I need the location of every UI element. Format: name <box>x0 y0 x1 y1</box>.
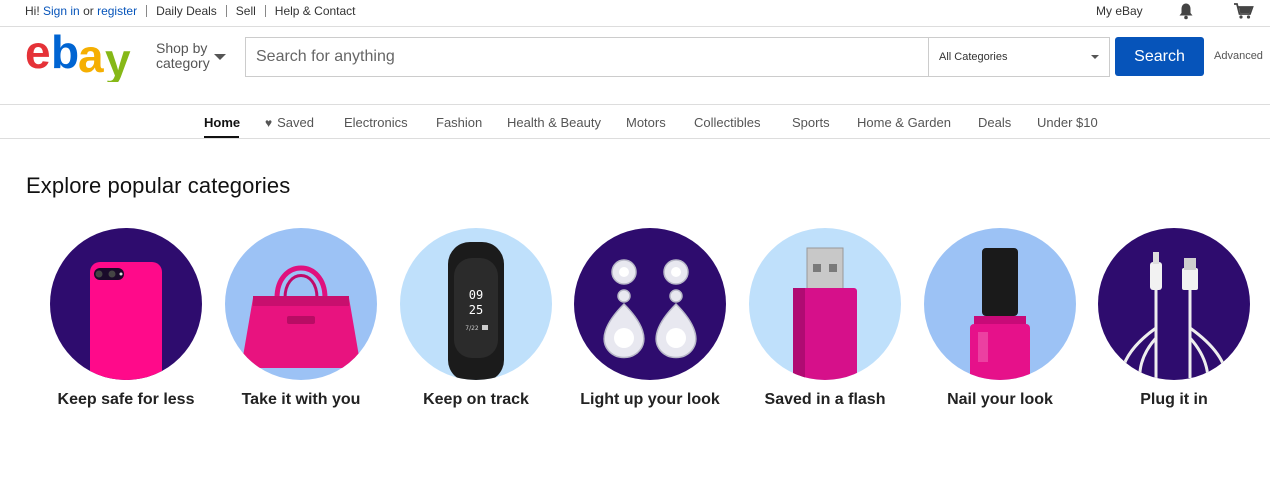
advanced-search-link[interactable]: Advanced <box>1214 50 1263 62</box>
cart-icon[interactable] <box>1233 2 1255 20</box>
svg-text:e: e <box>25 30 50 78</box>
search-button[interactable]: Search <box>1115 37 1204 76</box>
handbag-icon <box>241 265 361 368</box>
category-card[interactable]: Keep safe for less <box>50 228 202 408</box>
nav-saved-label: Saved <box>277 115 314 130</box>
bell-icon[interactable] <box>1177 2 1195 20</box>
my-ebay-link[interactable]: My eBay <box>1096 4 1143 18</box>
top-bar-left: Hi! Sign in or register Daily Deals Sell… <box>25 4 356 18</box>
svg-text:y: y <box>105 34 131 82</box>
phone-case-icon <box>90 262 162 380</box>
cable-icon <box>1119 252 1229 380</box>
svg-text:b: b <box>51 30 79 78</box>
divider <box>264 5 266 17</box>
heart-icon: ♥ <box>265 116 273 130</box>
category-card[interactable]: 09 25 7/22 Keep on track <box>400 228 552 408</box>
category-card[interactable]: Take it with you <box>225 228 377 408</box>
nav-home[interactable]: Home <box>204 115 240 130</box>
ebay-logo[interactable]: e b a y <box>25 30 145 82</box>
category-image[interactable] <box>1098 228 1250 380</box>
sell-link[interactable]: Sell <box>236 4 256 18</box>
search-bar: All Categories <box>245 37 1110 77</box>
shop-by-category-button[interactable]: Shop by category <box>156 41 210 71</box>
category-image[interactable] <box>225 228 377 380</box>
svg-text:09: 09 <box>469 288 483 302</box>
daily-deals-link[interactable]: Daily Deals <box>156 4 217 18</box>
category-image[interactable] <box>749 228 901 380</box>
nav-home-garden[interactable]: Home & Garden <box>857 115 951 130</box>
register-link[interactable]: register <box>97 4 137 18</box>
category-card[interactable]: Saved in a flash <box>749 228 901 408</box>
dropdown-caret-icon <box>1091 55 1099 59</box>
nav-collectibles[interactable]: Collectibles <box>694 115 760 130</box>
nav-health-beauty[interactable]: Health & Beauty <box>507 115 601 130</box>
category-card[interactable]: Plug it in <box>1098 228 1250 408</box>
category-nav: Home ♥ Saved Electronics Fashion Health &… <box>0 104 1270 139</box>
divider <box>225 5 227 17</box>
category-image[interactable] <box>50 228 202 380</box>
nav-deals[interactable]: Deals <box>978 115 1011 130</box>
category-dropdown-value: All Categories <box>939 51 1008 63</box>
nav-saved[interactable]: ♥ Saved <box>265 115 314 130</box>
nail-polish-icon <box>970 248 1030 380</box>
or-text: or <box>83 4 94 18</box>
nav-under-10[interactable]: Under $10 <box>1037 115 1098 130</box>
category-dropdown[interactable]: All Categories <box>928 38 1109 76</box>
search-input[interactable] <box>246 38 928 76</box>
active-tab-indicator <box>204 136 239 138</box>
nav-sports[interactable]: Sports <box>792 115 830 130</box>
greeting-text: Hi! <box>25 4 40 18</box>
category-label: category <box>156 55 210 71</box>
nav-electronics[interactable]: Electronics <box>344 115 408 130</box>
help-contact-link[interactable]: Help & Contact <box>275 4 356 18</box>
svg-text:7/22: 7/22 <box>465 325 479 332</box>
category-card[interactable]: Light up your look <box>574 228 726 408</box>
chevron-down-icon[interactable] <box>214 54 226 60</box>
fitness-tracker-icon: 09 25 7/22 <box>448 242 504 380</box>
top-bar: Hi! Sign in or register Daily Deals Sell… <box>0 0 1270 27</box>
nav-fashion[interactable]: Fashion <box>436 115 482 130</box>
category-label[interactable]: Plug it in <box>1058 391 1270 409</box>
section-title: Explore popular categories <box>26 173 291 198</box>
usb-drive-icon <box>793 247 857 380</box>
shop-by-label: Shop by <box>156 40 208 56</box>
category-image[interactable] <box>574 228 726 380</box>
category-image[interactable]: 09 25 7/22 <box>400 228 552 380</box>
nav-motors[interactable]: Motors <box>626 115 666 130</box>
category-image[interactable] <box>924 228 1076 380</box>
svg-text:25: 25 <box>469 303 483 317</box>
earrings-icon <box>603 259 697 359</box>
svg-text:a: a <box>78 30 104 82</box>
sign-in-link[interactable]: Sign in <box>43 4 80 18</box>
divider <box>146 5 148 17</box>
category-card[interactable]: Nail your look <box>924 228 1076 408</box>
